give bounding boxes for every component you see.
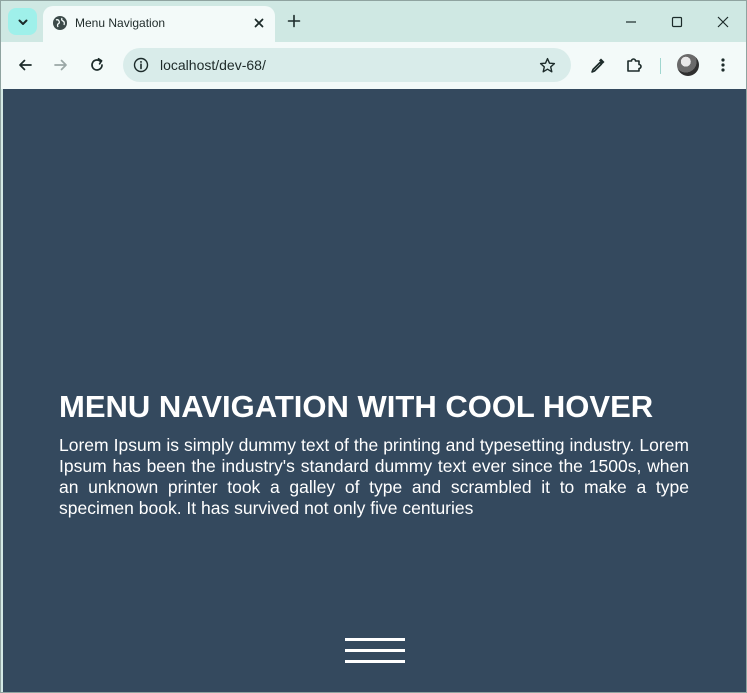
eyedropper-icon [591, 58, 605, 73]
minimize-button[interactable] [618, 9, 644, 35]
menu-toggle-button[interactable] [345, 638, 405, 668]
plus-icon [287, 14, 301, 28]
page-viewport: MENU NAVIGATION WITH COOL HOVER Lorem Ip… [3, 89, 746, 692]
hero-section: MENU NAVIGATION WITH COOL HOVER Lorem Ip… [59, 389, 689, 519]
reload-button[interactable] [85, 53, 109, 77]
browser-menu-button[interactable] [711, 53, 735, 77]
reload-icon [91, 57, 103, 71]
back-arrow-icon [19, 59, 32, 71]
kebab-menu-icon [721, 58, 725, 72]
info-icon [133, 57, 149, 73]
site-info-button[interactable] [132, 56, 150, 74]
star-icon [539, 57, 555, 72]
hamburger-bar [345, 649, 405, 652]
page-heading: MENU NAVIGATION WITH COOL HOVER [59, 389, 654, 424]
forward-button[interactable] [49, 53, 73, 77]
toolbar-separator [660, 58, 661, 74]
globe-icon [53, 16, 67, 30]
url-text[interactable]: localhost/dev-68/ [160, 57, 266, 73]
new-tab-button[interactable] [284, 11, 304, 31]
tab-search-button[interactable] [8, 8, 37, 35]
bookmark-button[interactable] [538, 56, 556, 74]
hamburger-bar [345, 638, 405, 641]
profile-avatar[interactable] [677, 54, 699, 76]
tab-active[interactable]: Menu Navigation [43, 6, 275, 42]
chevron-down-icon [18, 19, 27, 25]
hamburger-bar [345, 660, 405, 663]
tab-close-button[interactable] [250, 14, 268, 32]
eyedropper-extension-button[interactable] [586, 53, 610, 77]
forward-arrow-icon [54, 59, 67, 71]
extensions-button[interactable] [622, 53, 646, 77]
tab-title: Menu Navigation [75, 16, 166, 30]
close-icon [254, 18, 264, 28]
close-icon [717, 16, 729, 28]
minimize-icon [626, 21, 636, 23]
tab-strip: Menu Navigation [1, 1, 746, 42]
puzzle-icon [627, 58, 642, 72]
intro-paragraph: Lorem Ipsum is simply dummy text of the … [59, 435, 689, 518]
maximize-icon [671, 16, 683, 28]
window-close-button[interactable] [710, 9, 736, 35]
browser-window: Menu Navigation localhost/dev-68/ MENU N… [0, 0, 747, 693]
address-bar[interactable]: localhost/dev-68/ [123, 48, 571, 82]
maximize-button[interactable] [664, 9, 690, 35]
back-button[interactable] [13, 53, 37, 77]
browser-toolbar: localhost/dev-68/ [1, 42, 746, 89]
